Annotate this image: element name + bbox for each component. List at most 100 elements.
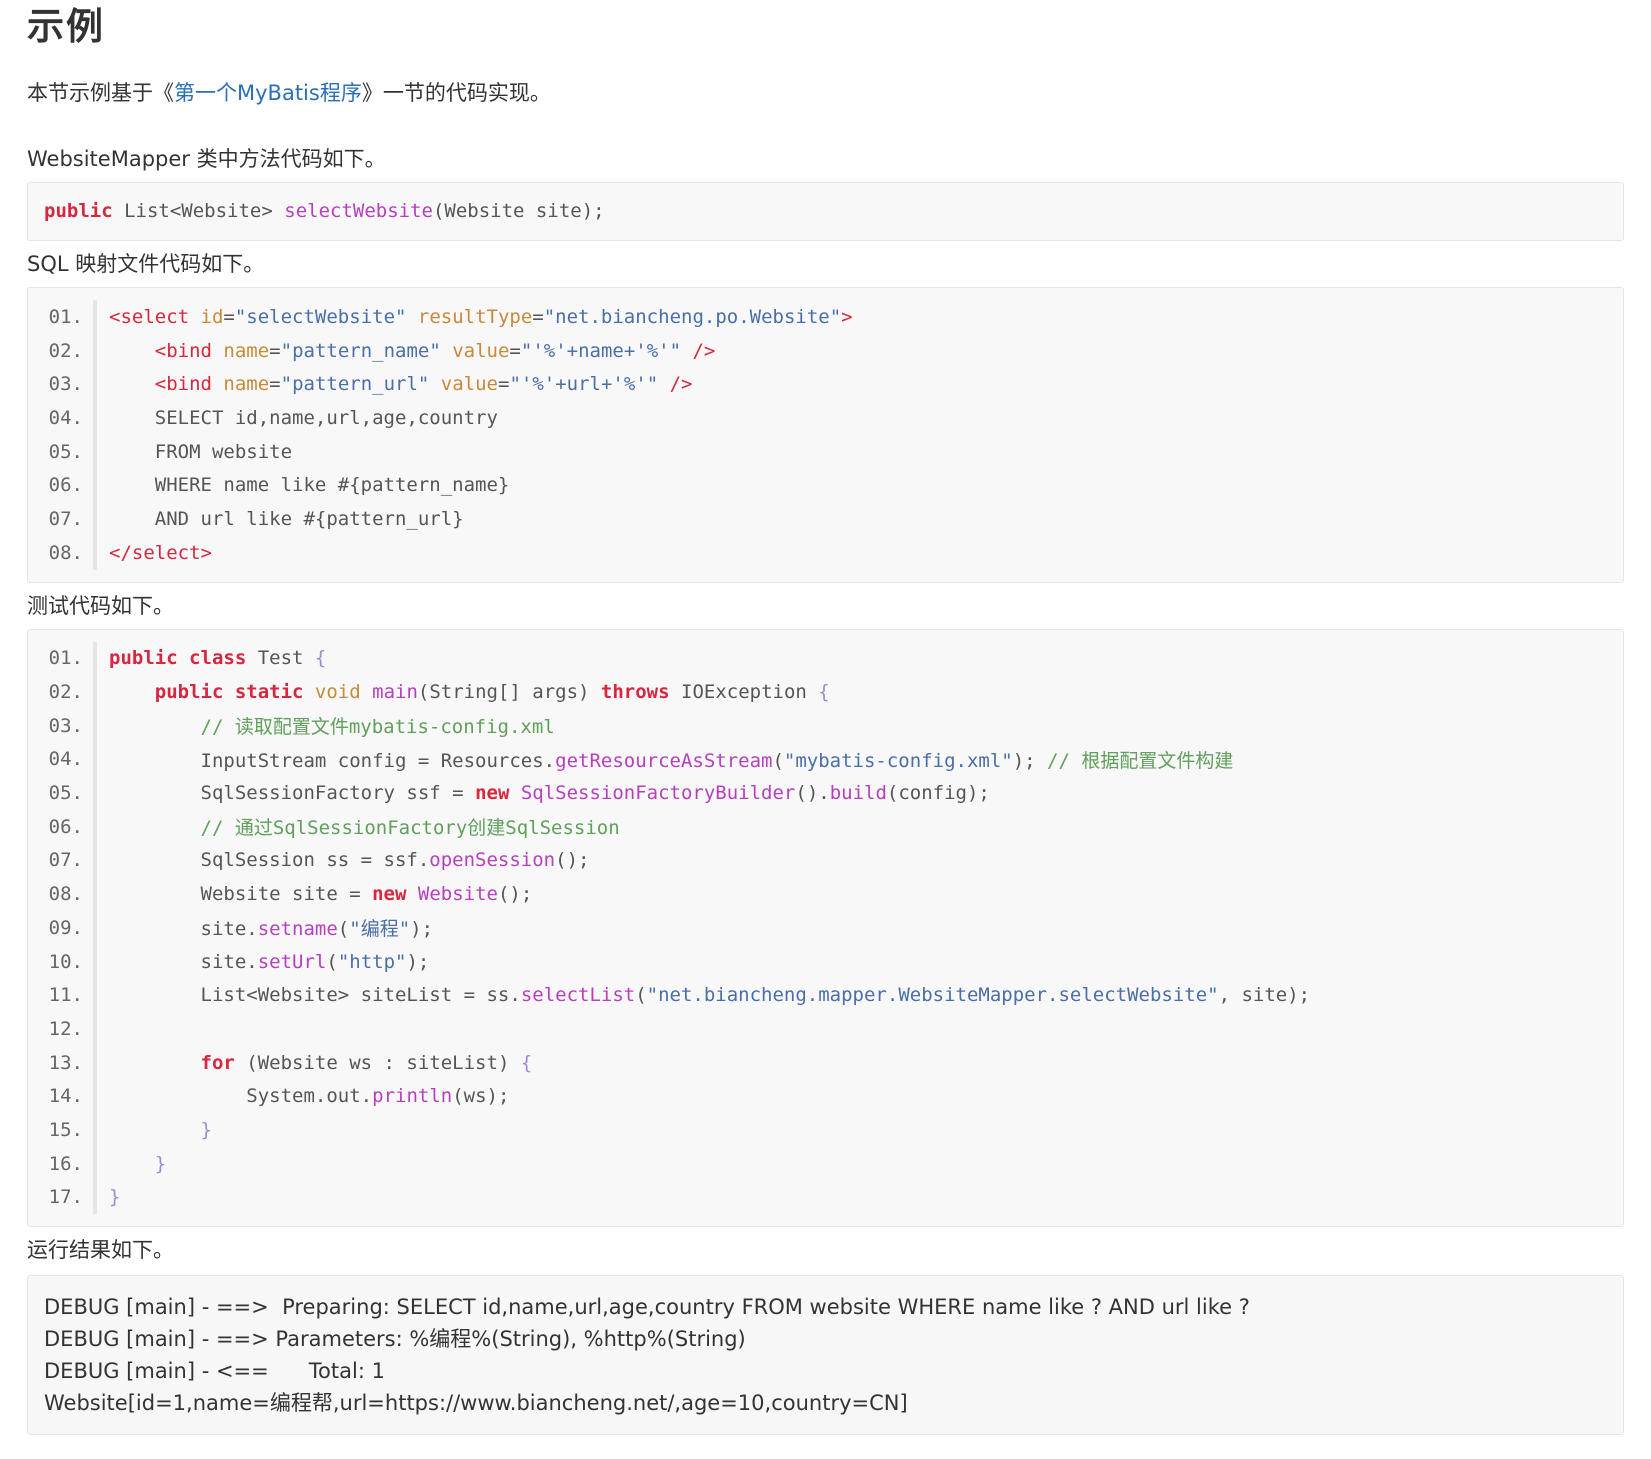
line-number: 03. <box>48 714 83 737</box>
line-gutter <box>93 401 97 435</box>
code-text: </select> <box>109 542 212 564</box>
code-token: System.out. <box>246 1085 373 1108</box>
code-token: selectList <box>520 984 636 1007</box>
line-number: 01. <box>48 647 83 670</box>
code-line: 05. SqlSessionFactory ssf = new SqlSessi… <box>28 776 1623 810</box>
code-token: = <box>269 373 281 396</box>
code-line: 03. <bind name="pattern_url" value="'%'+… <box>28 367 1623 402</box>
line-gutter <box>93 367 97 402</box>
code-line: 03. // 读取配置文件mybatis-config.xml <box>28 708 1623 743</box>
code-line: 07. SqlSession ss = ssf.openSession(); <box>28 843 1623 878</box>
test-code-block: 01. public class Test {02. public static … <box>27 628 1624 1228</box>
line-number: 14. <box>48 1085 83 1108</box>
code-token: value <box>452 339 510 362</box>
line-number: 08. <box>48 541 83 564</box>
line-number: 06. <box>48 474 83 497</box>
line-gutter <box>93 1113 97 1147</box>
code-token: ( <box>772 749 784 772</box>
code-text: public static void main(String[] args) t… <box>109 681 830 703</box>
line-gutter <box>93 944 97 979</box>
code-token: } <box>154 1152 167 1175</box>
line-number: 15. <box>48 1118 83 1141</box>
code-token: SELECT id,name,url,age,country <box>154 406 498 429</box>
code-text: for (Website ws : siteList) { <box>109 1051 533 1074</box>
code-token: { <box>818 681 830 704</box>
line-number: 05. <box>48 782 83 805</box>
code-token: List<Website> siteList = ss. <box>200 984 521 1007</box>
code-token: (Website ws : siteList) <box>246 1051 521 1074</box>
code-text: site.setUrl("http"); <box>109 950 430 973</box>
code-token: /> <box>669 373 693 396</box>
code-text: site.setname("编程"); <box>109 914 434 941</box>
line-number: 08. <box>48 883 83 906</box>
code-token: // 根据配置文件构建 <box>1047 749 1234 772</box>
code-text: public class Test { <box>109 647 326 669</box>
line-gutter <box>93 911 97 945</box>
code-line: 06. WHERE name like #{pattern_name} <box>28 468 1623 503</box>
code-token: (); <box>497 883 533 906</box>
code-token: (config); <box>886 782 990 805</box>
code-token: name <box>223 339 270 362</box>
line-gutter <box>93 708 97 743</box>
code-line: 16. } <box>28 1146 1623 1181</box>
code-token: = <box>223 305 235 328</box>
code-text: <bind name="pattern_name" value="'%'+nam… <box>109 339 716 362</box>
code-token: // 通过SqlSessionFactory创建SqlSession <box>200 817 620 840</box>
first-mybatis-program-link[interactable]: 第一个MyBatis程序 <box>174 81 362 105</box>
code-token: throws <box>600 681 681 704</box>
code-type: List<Website> <box>124 200 273 222</box>
code-token: , site); <box>1218 984 1311 1007</box>
code-text: <bind name="pattern_url" value="'%'+url+… <box>109 373 693 396</box>
code-token: getResourceAsStream <box>555 749 773 772</box>
code-keyword: public <box>44 200 113 222</box>
line-gutter <box>93 742 97 777</box>
code-token: SqlSessionFactoryBuilder <box>520 782 796 805</box>
result-line: DEBUG [main] - ==> Parameters: %编程%(Stri… <box>44 1327 746 1352</box>
line-number: 12. <box>48 1017 83 1040</box>
code-line: 04. InputStream config = Resources.getRe… <box>28 742 1623 777</box>
line-number: 10. <box>48 950 83 973</box>
code-token: setUrl <box>257 950 327 973</box>
mapper-label: WebsiteMapper 类中方法代码如下。 <box>27 147 386 171</box>
code-token: new <box>372 883 418 906</box>
code-line: 11. List<Website> siteList = ss.selectLi… <box>28 978 1623 1013</box>
code-text: } <box>109 1153 166 1175</box>
code-token: Website <box>417 883 498 906</box>
line-gutter <box>93 978 97 1013</box>
code-token: FROM website <box>154 440 293 463</box>
code-token: = <box>269 339 281 362</box>
code-text: InputStream config = Resources.getResour… <box>109 746 1234 773</box>
code-text: // 读取配置文件mybatis-config.xml <box>109 712 555 739</box>
code-text: SqlSession ss = ssf.openSession(); <box>109 849 590 872</box>
line-number: 05. <box>48 440 83 463</box>
line-gutter <box>93 300 97 334</box>
code-token: resultType <box>417 305 533 328</box>
code-token: } <box>109 1186 121 1209</box>
code-token: void <box>314 681 373 704</box>
code-token: public class <box>109 647 258 670</box>
code-token: "net.biancheng.mapper.WebsiteMapper.sele… <box>646 984 1219 1007</box>
code-token: { <box>520 1051 533 1074</box>
code-token: "selectWebsite" <box>234 305 418 328</box>
line-gutter <box>93 468 97 503</box>
code-token: "编程" <box>349 918 411 941</box>
code-token: (). <box>795 782 830 805</box>
code-token: WHERE name like #{pattern_name} <box>154 474 510 497</box>
code-text: SELECT id,name,url,age,country <box>109 407 498 429</box>
code-token: AND url like #{pattern_url} <box>154 507 464 530</box>
code-token: > <box>841 305 853 328</box>
code-token: = <box>497 373 510 396</box>
code-text: System.out.println(ws); <box>109 1085 509 1107</box>
code-token: ( <box>635 984 647 1007</box>
code-token: = <box>532 305 544 328</box>
code-line: 08. </select> <box>28 535 1623 570</box>
result-line: DEBUG [main] - ==> Preparing: SELECT id,… <box>44 1295 1250 1320</box>
line-gutter <box>93 434 97 469</box>
code-token: for <box>200 1051 247 1074</box>
code-token: (); <box>555 849 590 872</box>
sql-label: SQL 映射文件代码如下。 <box>27 252 265 276</box>
code-token: id <box>200 305 224 328</box>
code-line: 04. SELECT id,name,url,age,country <box>28 401 1623 435</box>
code-line: 01. <select id="selectWebsite" resultType… <box>28 300 1623 334</box>
code-text: <select id="selectWebsite" resultType="n… <box>109 306 853 328</box>
